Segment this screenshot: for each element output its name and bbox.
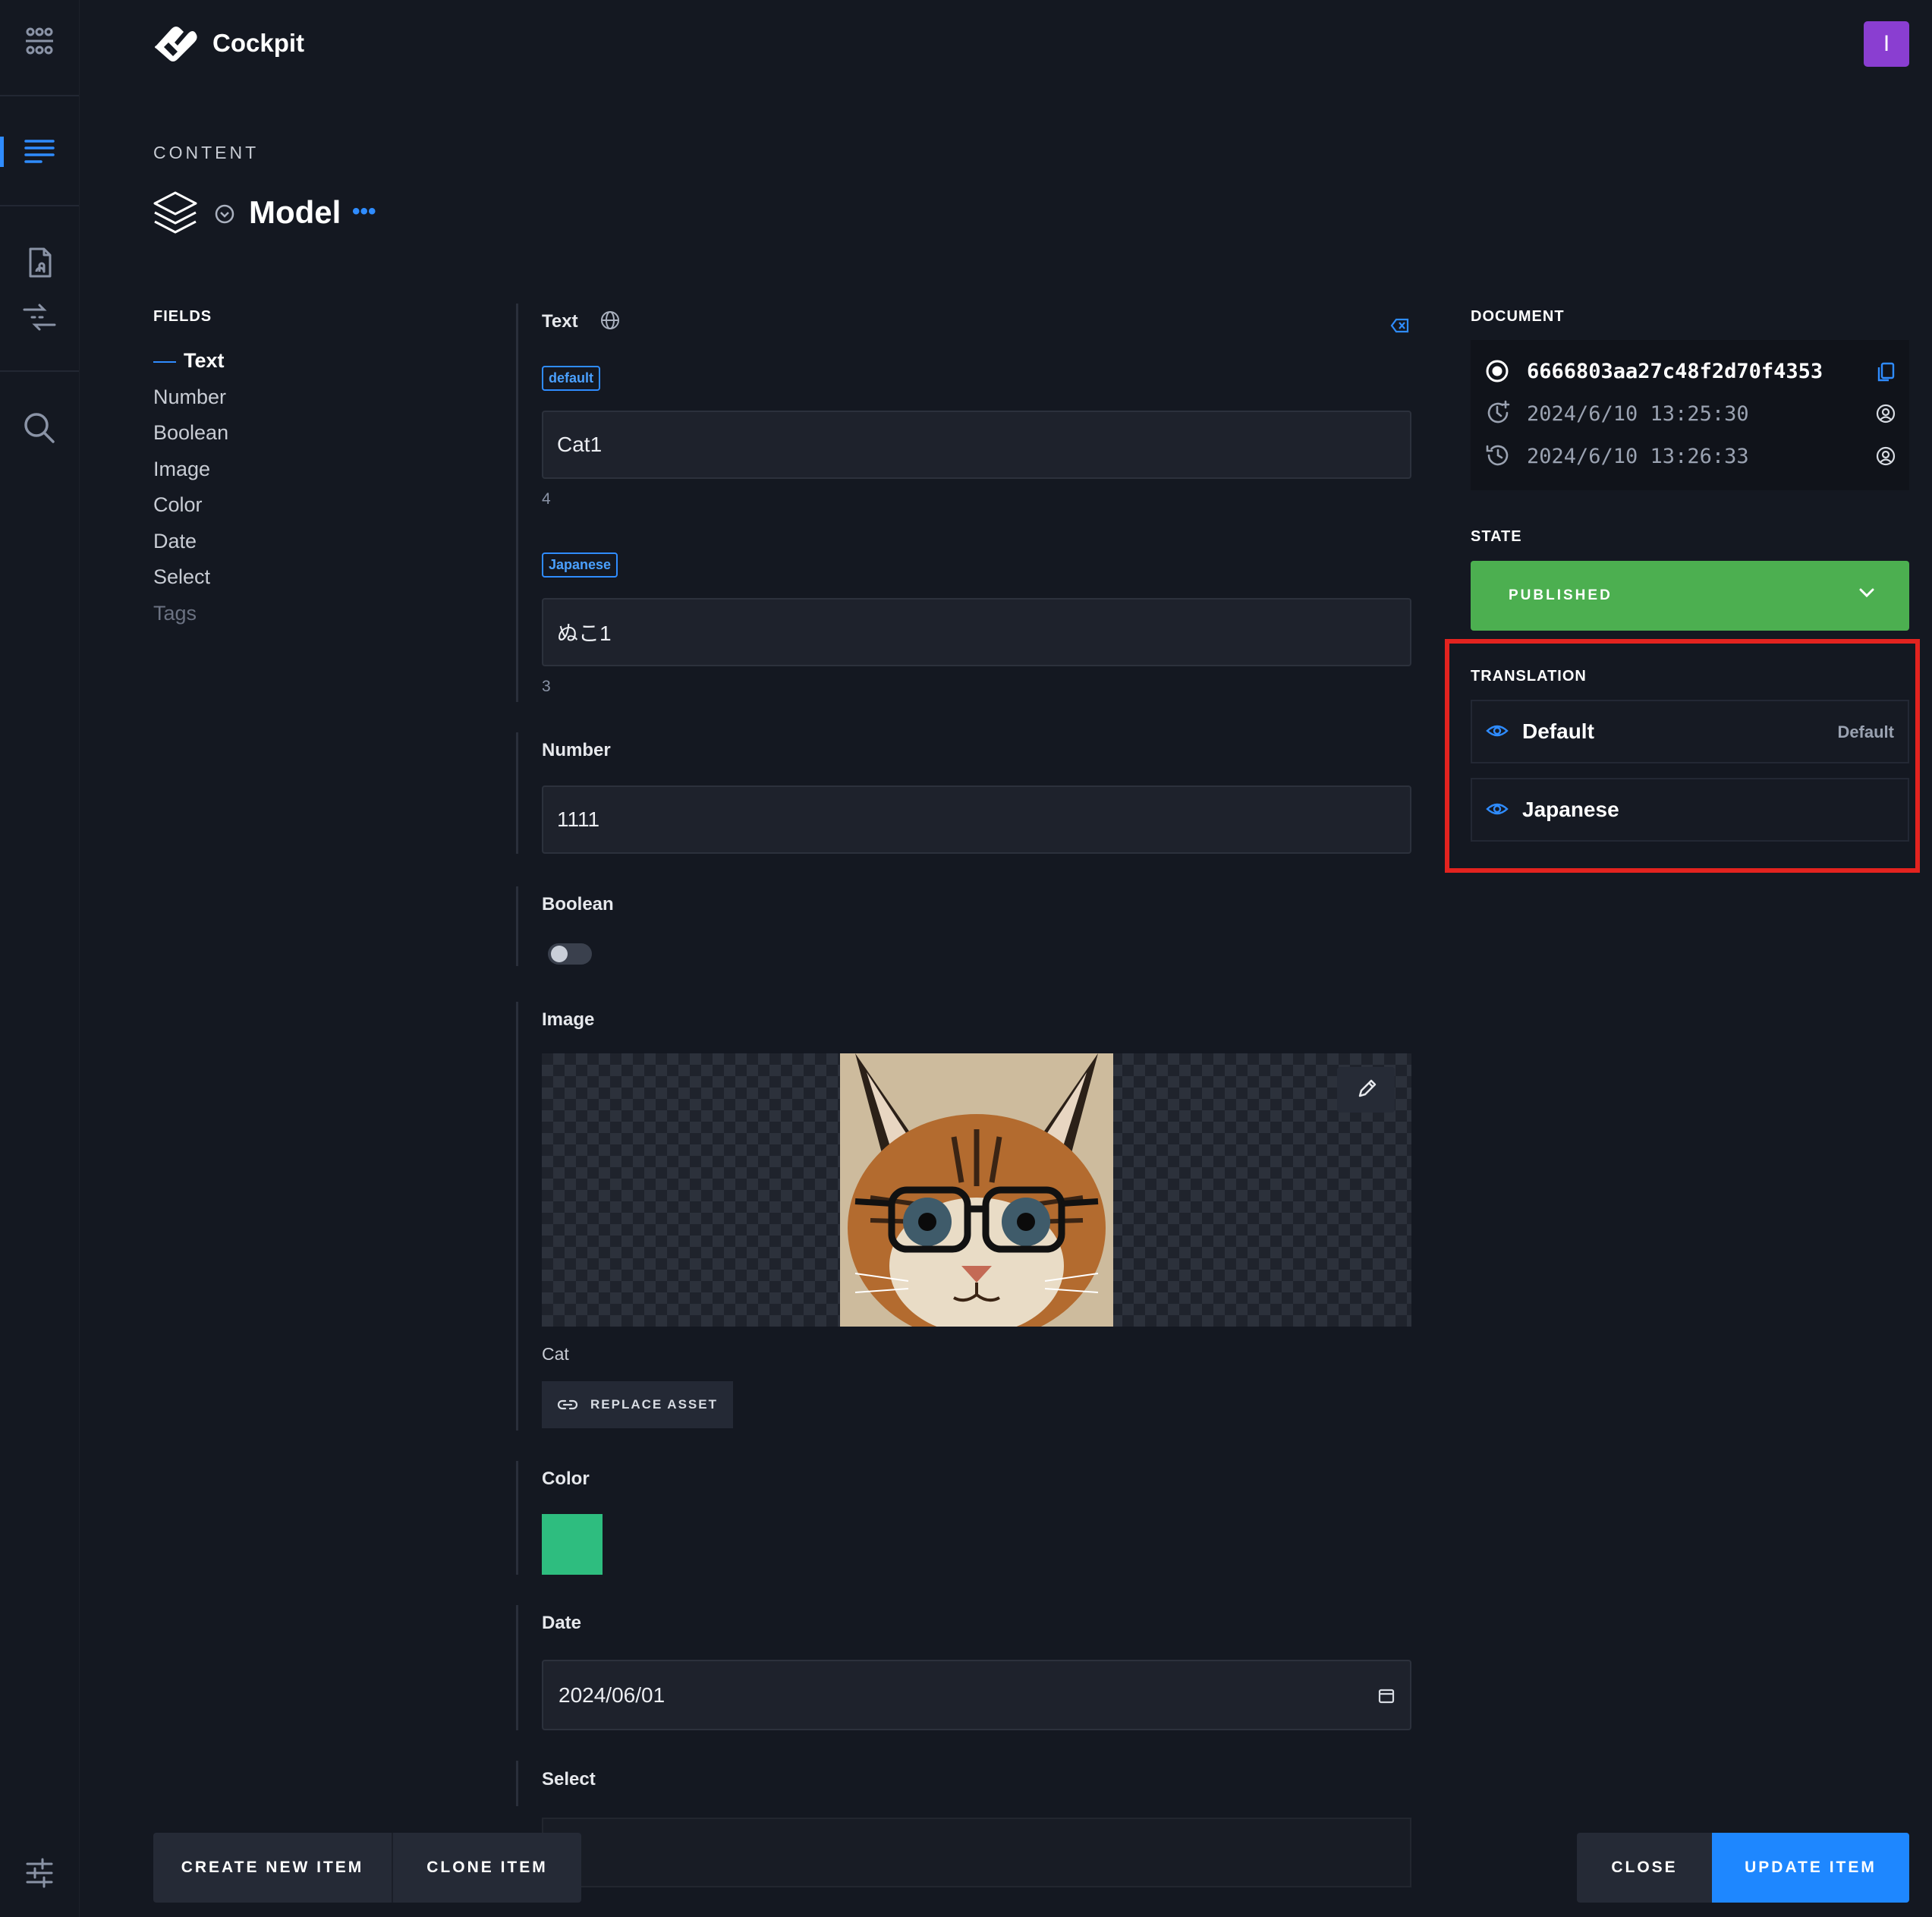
chevron-circle-icon[interactable] (214, 203, 235, 225)
active-field-marker (153, 361, 176, 363)
created-icon (1484, 399, 1512, 427)
select-input[interactable] (542, 1818, 1411, 1887)
color-swatch[interactable] (542, 1514, 603, 1575)
date-value: 2024/06/01 (559, 1682, 666, 1707)
eye-icon (1486, 722, 1509, 740)
boolean-field-label: Boolean (542, 894, 614, 914)
field-nav-boolean[interactable]: Boolean (153, 421, 228, 445)
boolean-toggle[interactable] (548, 943, 592, 965)
copy-id-icon[interactable] (1876, 361, 1896, 382)
locale-badge-default: default (542, 366, 601, 391)
replace-asset-button[interactable]: REPLACE ASSET (542, 1381, 733, 1428)
eye-icon (1486, 800, 1509, 818)
char-count-japanese: 3 (542, 678, 551, 695)
field-nav-date[interactable]: Date (153, 530, 197, 553)
number-input[interactable]: 1111 (542, 785, 1411, 854)
field-nav-number[interactable]: Number (153, 386, 226, 409)
image-caption: Cat (542, 1344, 569, 1364)
assets-icon[interactable] (21, 244, 58, 281)
translation-row-default[interactable]: Default Default (1471, 700, 1909, 763)
document-heading: DOCUMENT (1471, 308, 1565, 325)
left-action-group: CREATE NEW ITEM CLONE ITEM (153, 1833, 581, 1903)
replace-asset-label: REPLACE ASSET (590, 1397, 718, 1412)
translation-name: Default (1522, 719, 1594, 743)
translation-heading: TRANSLATION (1471, 668, 1587, 685)
color-field-label: Color (542, 1468, 590, 1489)
created-user-icon[interactable] (1876, 404, 1896, 423)
calendar-icon[interactable] (1378, 1687, 1395, 1704)
side-rail (0, 0, 80, 1917)
locale-badge-japanese: Japanese (542, 552, 618, 578)
create-new-item-button[interactable]: CREATE NEW ITEM (153, 1833, 392, 1903)
date-input[interactable]: 2024/06/01 (542, 1660, 1411, 1730)
section-eyebrow: CONTENT (153, 143, 260, 162)
update-item-button[interactable]: UPDATE ITEM (1712, 1833, 1909, 1903)
close-button[interactable]: CLOSE (1577, 1833, 1712, 1903)
toggle-knob (551, 946, 568, 962)
modified-user-icon[interactable] (1876, 446, 1896, 466)
field-nav-color[interactable]: Color (153, 493, 203, 517)
document-panel: 6666803aa27c48f2d70f4353 2024/6/10 13:25… (1471, 340, 1909, 490)
image-preview[interactable] (542, 1053, 1411, 1327)
edit-image-button[interactable] (1337, 1067, 1395, 1113)
char-count-default: 4 (542, 490, 551, 508)
text-input-japanese[interactable]: ぬこ1 (542, 598, 1411, 666)
field-nav-text[interactable]: Text (184, 349, 225, 373)
text-input-default[interactable]: Cat1 (542, 411, 1411, 479)
created-date: 2024/6/10 13:25:30 (1527, 402, 1749, 426)
content-list-icon[interactable] (21, 134, 58, 170)
link-icon (557, 1399, 578, 1411)
select-field-label: Select (542, 1769, 596, 1790)
modified-date: 2024/6/10 13:26:33 (1527, 445, 1749, 468)
settings-sliders-icon[interactable] (21, 1855, 58, 1891)
fields-heading: FIELDS (153, 308, 212, 325)
id-icon (1484, 358, 1510, 384)
app-name[interactable]: Cockpit (212, 29, 304, 58)
modified-icon (1484, 442, 1512, 469)
document-id: 6666803aa27c48f2d70f4353 (1527, 360, 1823, 383)
image-field-label: Image (542, 1009, 595, 1030)
page-title: Model (249, 194, 341, 230)
sync-icon[interactable] (21, 299, 58, 335)
default-language-tag: Default (1837, 722, 1894, 741)
field-nav-image[interactable]: Image (153, 458, 210, 481)
number-field-label: Number (542, 740, 611, 760)
field-nav-select[interactable]: Select (153, 565, 210, 589)
search-icon[interactable] (21, 410, 58, 446)
more-options-button[interactable]: ••• (352, 199, 376, 225)
active-indicator (0, 137, 4, 167)
user-avatar[interactable]: I (1864, 21, 1909, 67)
globe-icon[interactable] (599, 310, 621, 331)
clear-field-icon[interactable] (1390, 317, 1410, 334)
layers-icon (152, 190, 199, 237)
clone-item-button[interactable]: CLONE ITEM (393, 1833, 581, 1903)
state-value: PUBLISHED (1509, 587, 1613, 603)
close-button-wrap: CLOSE (1577, 1833, 1712, 1903)
cat-image (840, 1053, 1113, 1327)
translation-row-japanese[interactable]: Japanese (1471, 778, 1909, 842)
translation-name: Japanese (1522, 798, 1619, 821)
chevron-down-icon (1858, 587, 1876, 599)
text-field-label: Text (542, 311, 578, 332)
cockpit-logo-icon[interactable] (152, 23, 199, 64)
date-field-label: Date (542, 1613, 582, 1633)
state-select[interactable]: PUBLISHED (1471, 561, 1909, 631)
field-nav-tags[interactable]: Tags (153, 602, 197, 625)
state-heading: STATE (1471, 528, 1522, 545)
modules-icon[interactable] (21, 23, 58, 59)
